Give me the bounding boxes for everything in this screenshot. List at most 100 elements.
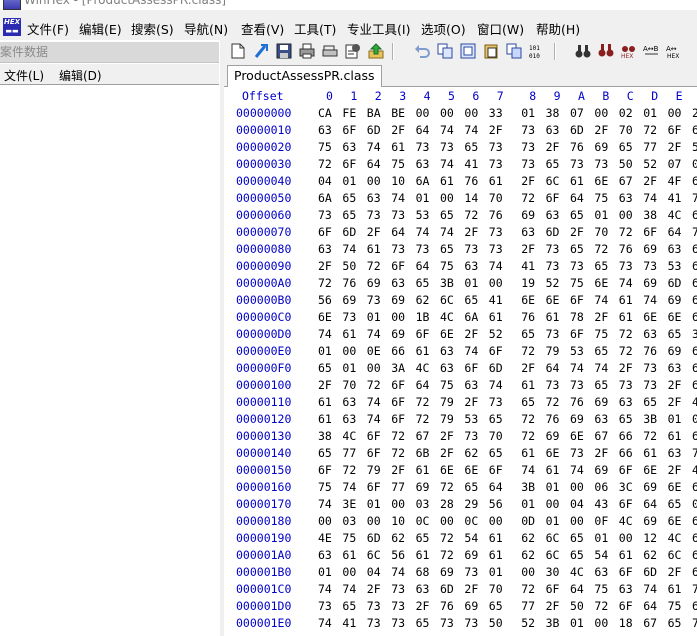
hex-byte[interactable]: 75 xyxy=(440,259,454,273)
hex-byte[interactable]: 00 xyxy=(440,514,454,528)
hex-byte[interactable]: 73 xyxy=(489,157,503,171)
hex-byte[interactable]: 01 xyxy=(318,344,332,358)
hex-byte[interactable]: 00 xyxy=(594,106,608,120)
hex-byte[interactable]: 63 xyxy=(692,208,697,222)
hex-byte[interactable]: 0C xyxy=(416,514,430,528)
hex-byte[interactable]: 6F xyxy=(464,361,478,375)
export-icon[interactable] xyxy=(367,42,385,60)
hex-byte[interactable]: 78 xyxy=(570,310,584,324)
hex-byte[interactable]: 65 xyxy=(464,293,478,307)
hex-byte[interactable]: 2F xyxy=(546,140,560,154)
hex-byte[interactable]: 61 xyxy=(619,293,633,307)
hex-byte[interactable]: 64 xyxy=(570,582,584,596)
hex-byte[interactable]: 65 xyxy=(464,480,478,494)
hex-byte[interactable]: 61 xyxy=(668,582,682,596)
hex-byte[interactable]: 2F xyxy=(668,395,682,409)
hex-byte[interactable]: 2F xyxy=(464,327,478,341)
replace-hex-values-icon[interactable]: A↔ HEX xyxy=(666,42,684,60)
hex-byte[interactable]: 3B xyxy=(440,276,454,290)
hex-byte[interactable]: 50 xyxy=(489,616,503,630)
hex-byte[interactable]: 69 xyxy=(464,548,478,562)
hex-byte[interactable]: 65 xyxy=(692,276,697,290)
hex-byte[interactable]: 6C xyxy=(668,548,682,562)
hex-byte[interactable]: 73 xyxy=(464,616,478,630)
hex-byte[interactable]: 61 xyxy=(521,446,535,460)
hex-byte[interactable]: 00 xyxy=(570,514,584,528)
hex-byte[interactable]: 65 xyxy=(619,412,633,426)
hex-byte[interactable]: 63 xyxy=(619,191,633,205)
hex-byte[interactable]: 75 xyxy=(692,225,697,239)
hex-byte[interactable]: 00 xyxy=(318,514,332,528)
hex-byte[interactable]: 41 xyxy=(464,157,478,171)
hex-byte[interactable]: 74 xyxy=(489,259,503,273)
hex-byte[interactable]: 52 xyxy=(546,276,560,290)
hex-byte[interactable]: 6A xyxy=(464,310,478,324)
hex-byte[interactable]: 70 xyxy=(342,378,356,392)
hex-byte[interactable]: 72 xyxy=(546,395,560,409)
hex-byte[interactable]: 07 xyxy=(668,157,682,171)
menu-window[interactable]: 窗口(W) xyxy=(477,19,524,38)
hex-byte[interactable]: 6E xyxy=(668,480,682,494)
hex-byte[interactable]: 2F xyxy=(440,446,454,460)
hex-byte[interactable]: 2F xyxy=(594,123,608,137)
hex-byte[interactable]: 73 xyxy=(318,208,332,222)
hex-byte[interactable]: 75 xyxy=(594,327,608,341)
hex-byte[interactable]: 74 xyxy=(391,565,405,579)
hex-byte[interactable]: 74 xyxy=(692,616,697,630)
hex-byte[interactable]: 61 xyxy=(318,395,332,409)
hex-byte[interactable]: 6E xyxy=(521,293,535,307)
new-file-icon[interactable] xyxy=(229,42,247,60)
hex-byte[interactable]: 6F xyxy=(619,463,633,477)
menu-tools[interactable]: 工具(T) xyxy=(294,19,336,38)
hex-byte[interactable]: 73 xyxy=(440,616,454,630)
hex-byte[interactable]: 10 xyxy=(391,514,405,528)
hex-byte[interactable]: 61 xyxy=(489,548,503,562)
hex-byte[interactable]: 63 xyxy=(643,327,657,341)
hex-byte[interactable]: 64 xyxy=(391,225,405,239)
hex-byte[interactable]: 69 xyxy=(391,327,405,341)
hex-byte[interactable]: 73 xyxy=(692,582,697,596)
hex-byte[interactable]: 61 xyxy=(570,174,584,188)
hex-byte[interactable]: 56 xyxy=(391,548,405,562)
hex-byte[interactable]: 69 xyxy=(570,412,584,426)
hex-byte[interactable]: 65 xyxy=(643,395,657,409)
hex-byte[interactable]: 62 xyxy=(692,174,697,188)
replace-hex-icon[interactable]: HEX xyxy=(620,42,638,60)
hex-byte[interactable]: 72 xyxy=(440,480,454,494)
hex-byte[interactable]: 64 xyxy=(570,191,584,205)
hex-byte[interactable]: 72 xyxy=(318,157,332,171)
hex-byte[interactable]: 2F xyxy=(464,395,478,409)
hex-byte[interactable]: 69 xyxy=(464,599,478,613)
hex-byte[interactable]: 04 xyxy=(570,497,584,511)
paste-icon[interactable] xyxy=(482,42,500,60)
hex-byte[interactable]: 69 xyxy=(643,242,657,256)
hex-byte[interactable]: 70 xyxy=(489,429,503,443)
hex-byte[interactable]: 43 xyxy=(594,497,608,511)
hex-byte[interactable]: 73 xyxy=(342,310,356,324)
hex-byte[interactable]: 6F xyxy=(489,344,503,358)
hex-byte[interactable]: 73 xyxy=(367,599,381,613)
hex-byte[interactable]: 74 xyxy=(318,582,332,596)
hex-byte[interactable]: 73 xyxy=(594,157,608,171)
hex-byte[interactable]: 74 xyxy=(643,293,657,307)
hex-byte[interactable]: 73 xyxy=(391,208,405,222)
hex-byte[interactable]: 73 xyxy=(391,599,405,613)
hex-byte[interactable]: 74 xyxy=(521,463,535,477)
hex-byte[interactable]: 73 xyxy=(521,140,535,154)
hex-byte[interactable]: 4C xyxy=(668,208,682,222)
hex-byte[interactable]: 63 xyxy=(464,259,478,273)
hex-byte[interactable]: 76 xyxy=(570,395,584,409)
hex-byte[interactable]: 00 xyxy=(489,276,503,290)
menu-edit[interactable]: 编辑(E) xyxy=(79,19,122,38)
hex-byte[interactable]: 6D xyxy=(367,123,381,137)
hex-byte[interactable]: 72 xyxy=(521,191,535,205)
hex-byte[interactable]: 2F xyxy=(489,123,503,137)
hex-byte[interactable]: 6D xyxy=(668,276,682,290)
hex-byte[interactable]: 70 xyxy=(619,123,633,137)
hex-byte[interactable]: 77 xyxy=(521,599,535,613)
hex-byte[interactable]: 75 xyxy=(570,276,584,290)
hex-byte[interactable]: 01 xyxy=(367,497,381,511)
hex-byte[interactable]: 72 xyxy=(594,599,608,613)
hex-byte[interactable]: 72 xyxy=(619,225,633,239)
hex-byte[interactable]: 74 xyxy=(594,293,608,307)
